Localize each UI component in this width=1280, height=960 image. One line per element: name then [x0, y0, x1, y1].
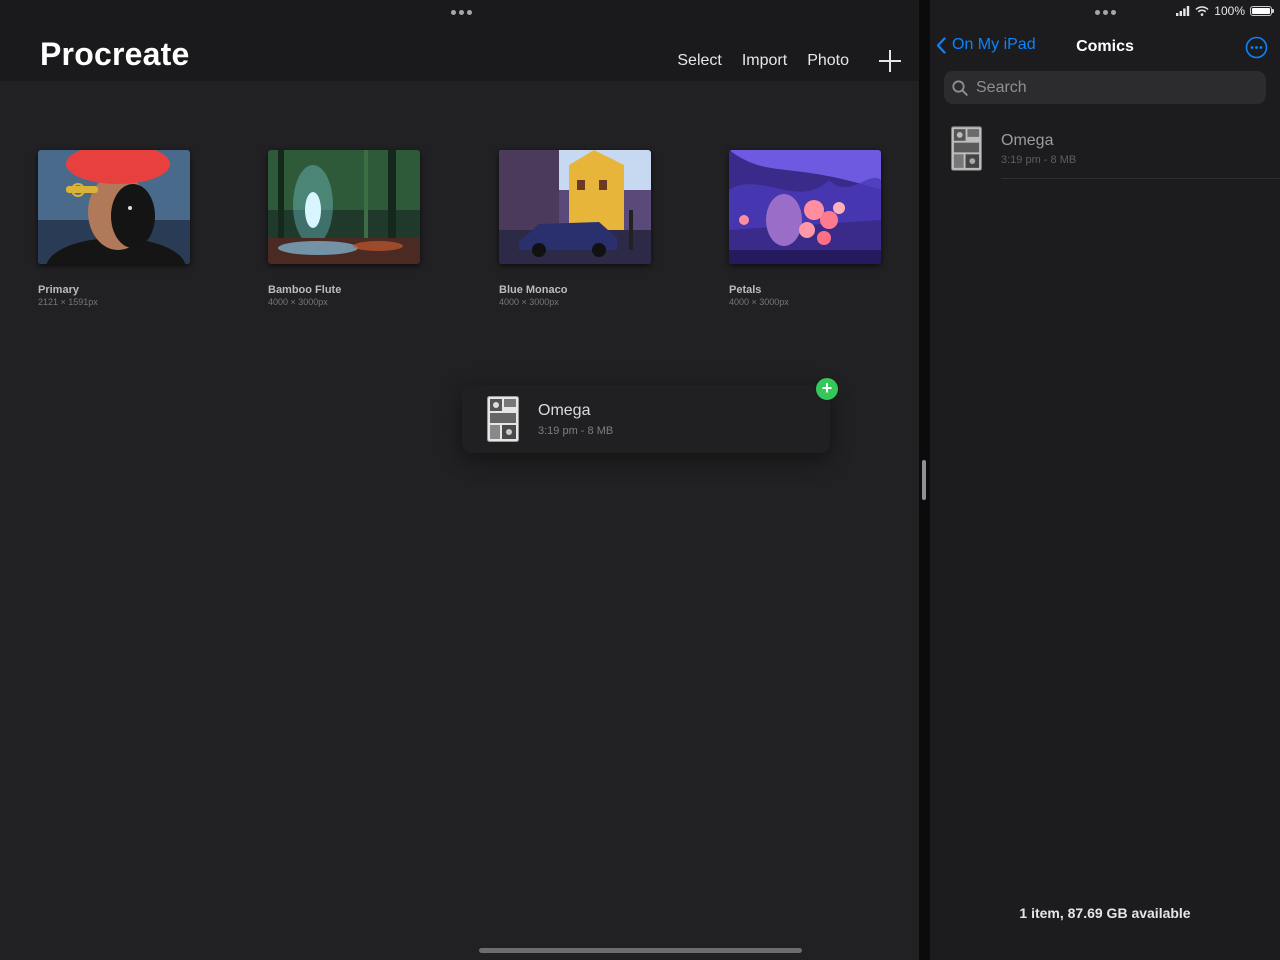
- artwork-dimensions: 4000 × 3000px: [729, 297, 789, 307]
- row-separator: [1001, 178, 1280, 179]
- storage-status: 1 item, 87.69 GB available: [1019, 905, 1191, 921]
- forest-image: [268, 150, 420, 264]
- file-name: Omega: [1001, 132, 1054, 149]
- plus-icon[interactable]: [879, 50, 901, 72]
- photo-button[interactable]: Photo: [807, 52, 849, 70]
- add-badge-icon: +: [815, 377, 839, 401]
- multitasking-menu-icon[interactable]: [1095, 6, 1116, 18]
- comic-file-icon: [487, 396, 519, 442]
- battery-percentage: 100%: [1214, 4, 1245, 18]
- artwork-name: Petals: [729, 284, 762, 296]
- artwork-name: Primary: [38, 284, 79, 296]
- folder-title: Comics: [1076, 38, 1134, 55]
- street-scene-image: [499, 150, 651, 264]
- files-app-pane: 100% On My iPad Comics Search Omega 3:19…: [930, 0, 1280, 960]
- artwork-blue-monaco[interactable]: Blue Monaco 4000 × 3000px: [499, 150, 651, 307]
- portrait-image: [38, 150, 190, 264]
- artwork-bamboo-flute[interactable]: Bamboo Flute 4000 × 3000px: [268, 150, 420, 307]
- dragged-file-preview[interactable]: Omega 3:19 pm - 8 MB: [462, 385, 830, 453]
- artwork-primary[interactable]: Primary 2121 × 1591px: [38, 150, 190, 307]
- wifi-icon: [1195, 6, 1209, 16]
- search-icon: [952, 79, 968, 96]
- cellular-signal-icon: [1176, 6, 1190, 16]
- artwork-thumbnail[interactable]: [499, 150, 651, 264]
- status-bar: 100%: [1176, 4, 1274, 18]
- gallery-toolbar: Select Import Photo: [677, 50, 901, 72]
- search-bar[interactable]: [944, 71, 1266, 104]
- artwork-dimensions: 4000 × 3000px: [268, 297, 328, 307]
- artwork-name: Blue Monaco: [499, 284, 568, 296]
- artwork-dimensions: 2121 × 1591px: [38, 297, 98, 307]
- select-button[interactable]: Select: [677, 52, 721, 70]
- app-title: Procreate: [40, 36, 190, 72]
- artwork-name: Bamboo Flute: [268, 284, 342, 296]
- artwork-thumbnail[interactable]: [729, 150, 881, 264]
- file-meta: 3:19 pm - 8 MB: [1001, 154, 1077, 166]
- files-navigation-bar: On My iPad Comics: [930, 30, 1280, 64]
- split-view-handle[interactable]: [922, 460, 926, 500]
- multitasking-menu-icon[interactable]: [451, 6, 472, 18]
- artwork-thumbnail[interactable]: [38, 150, 190, 264]
- more-options-icon[interactable]: [1245, 36, 1268, 59]
- file-list-item[interactable]: Omega 3:19 pm - 8 MB: [930, 118, 1280, 179]
- dragged-file-name: Omega: [538, 402, 591, 419]
- artwork-petals[interactable]: Petals 4000 × 3000px: [729, 150, 881, 307]
- comic-file-icon: [951, 126, 982, 171]
- import-button[interactable]: Import: [742, 52, 787, 70]
- artwork-dimensions: 4000 × 3000px: [499, 297, 559, 307]
- dragged-file-meta: 3:19 pm - 8 MB: [538, 425, 614, 437]
- battery-icon: [1250, 6, 1274, 16]
- procreate-gallery-pane: Procreate Select Import Photo Primary 21…: [0, 0, 919, 960]
- home-indicator[interactable]: [479, 948, 802, 953]
- search-input[interactable]: [974, 77, 1254, 98]
- artwork-thumbnail[interactable]: [268, 150, 420, 264]
- petals-image: [729, 150, 881, 264]
